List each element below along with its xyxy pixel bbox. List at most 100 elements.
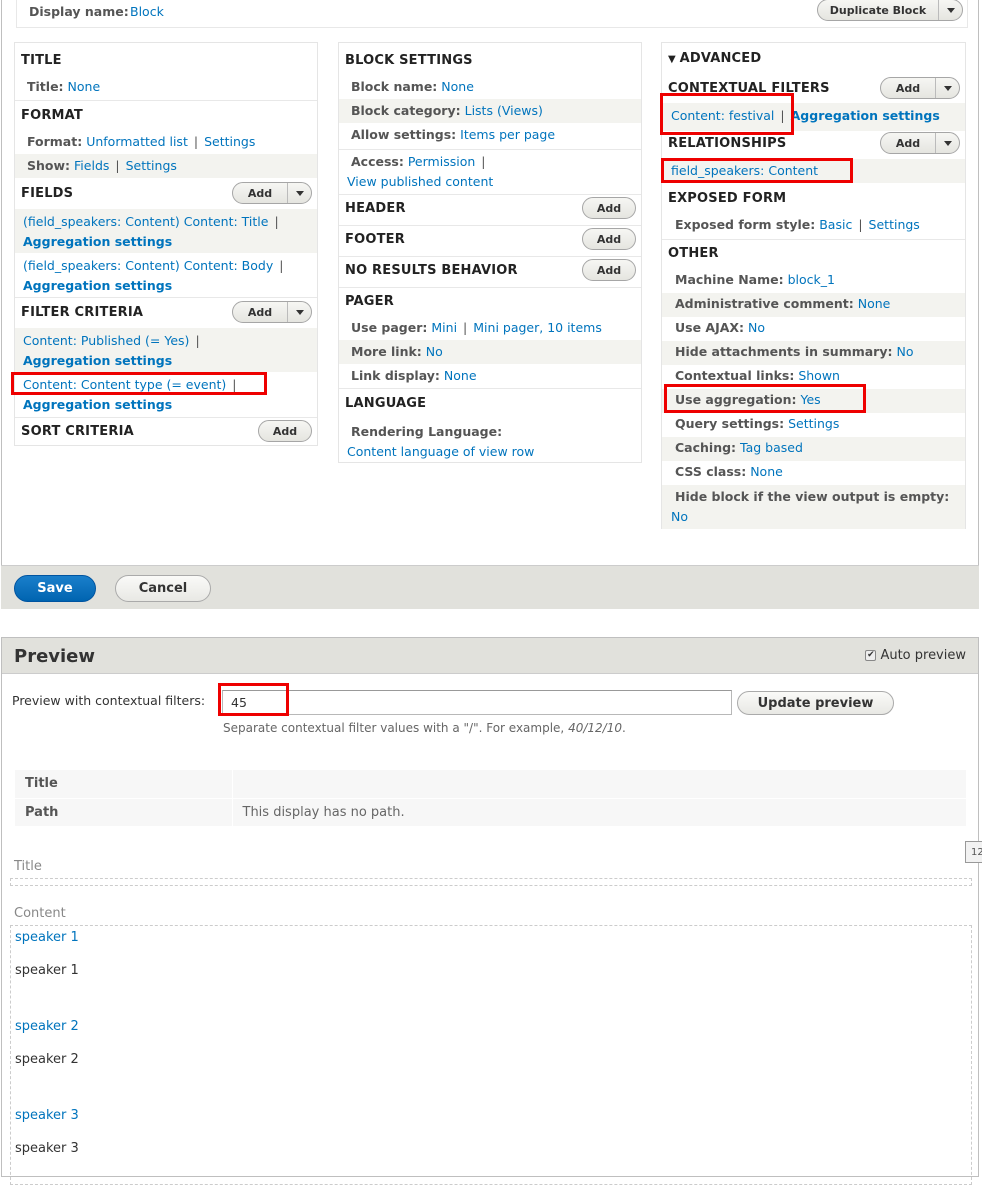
caching-link[interactable]: Tag based <box>740 440 803 455</box>
duplicate-block-button[interactable]: Duplicate Block <box>817 0 963 21</box>
add-contextual-dropdown[interactable] <box>935 78 959 98</box>
relationships-heading: RELATIONSHIPS <box>668 136 787 151</box>
contextual-filter-link[interactable]: Content: festival <box>671 108 774 123</box>
content-area-box <box>10 925 972 1185</box>
table-row: Title <box>15 770 966 799</box>
filter-item: Content: Published (= Yes) | Aggregation … <box>15 328 317 372</box>
cancel-button[interactable]: Cancel <box>115 575 211 602</box>
form-actions-bar: Save Cancel <box>1 565 979 609</box>
divider <box>339 225 641 226</box>
contextual-filters-input[interactable] <box>222 690 732 715</box>
format-row: Format: Unformatted list | Settings <box>27 134 256 149</box>
exposed-form-style-key: Exposed form style: <box>675 217 816 232</box>
column-advanced: ▼ ADVANCED CONTEXTUAL FILTERS Add Conten… <box>661 42 966 529</box>
add-filter-button[interactable]: Add <box>232 301 312 323</box>
hide-block-empty-link[interactable]: No <box>671 509 688 524</box>
result-title-link[interactable]: speaker 1 <box>15 930 79 945</box>
block-category-link[interactable]: Lists (Views) <box>465 103 543 118</box>
field-item-link[interactable]: (field_speakers: Content) Content: Title <box>23 214 268 229</box>
machine-name-link[interactable]: block_1 <box>788 272 835 287</box>
rendering-language-key: Rendering Language: <box>351 424 503 439</box>
help-text: Separate contextual filter values with a… <box>223 721 569 735</box>
relationship-link[interactable]: field_speakers: Content <box>671 163 818 178</box>
css-class-link[interactable]: None <box>750 464 783 479</box>
add-sort-button[interactable]: Add <box>258 420 312 442</box>
use-pager-row: Use pager: Mini | Mini pager, 10 items <box>351 320 602 335</box>
aggregation-settings-link[interactable]: Aggregation settings <box>791 108 940 123</box>
use-aggregation-key: Use aggregation: <box>675 392 797 407</box>
result-title-link[interactable]: speaker 2 <box>15 1019 79 1034</box>
show-settings-link[interactable]: Settings <box>126 158 177 173</box>
advanced-toggle[interactable]: ▼ ADVANCED <box>668 51 761 66</box>
filter-item: Content: Content type (= event) | Aggrega… <box>23 377 237 412</box>
use-pager-link[interactable]: Mini <box>431 320 457 335</box>
link-display-key: Link display: <box>351 368 440 383</box>
add-no-results-button[interactable]: Add <box>582 259 636 281</box>
rendering-language-link[interactable]: Content language of view row <box>347 444 534 459</box>
aggregation-settings-link[interactable]: Aggregation settings <box>23 278 172 293</box>
add-filter-dropdown[interactable] <box>287 302 311 322</box>
contextual-links-key: Contextual links: <box>675 368 795 383</box>
query-settings-link[interactable]: Settings <box>788 416 839 431</box>
use-ajax-key: Use AJAX: <box>675 320 745 335</box>
display-name-label: Display name: <box>29 4 129 19</box>
add-footer-button[interactable]: Add <box>582 228 636 250</box>
auto-preview-toggle[interactable]: ✔ Auto preview <box>865 648 966 663</box>
duplicate-dropdown-toggle[interactable] <box>938 0 962 20</box>
css-class-key: CSS class: <box>675 464 747 479</box>
access-detail-link[interactable]: View published content <box>347 174 493 189</box>
exposed-form-settings-link[interactable]: Settings <box>869 217 920 232</box>
add-header-button[interactable]: Add <box>582 197 636 219</box>
checkbox-checked-icon[interactable]: ✔ <box>865 650 877 661</box>
add-field-dropdown[interactable] <box>287 183 311 203</box>
show-value-link[interactable]: Fields <box>74 158 109 173</box>
more-link-value[interactable]: No <box>426 344 443 359</box>
side-tab[interactable]: 12 <box>965 841 982 863</box>
field-item-link[interactable]: (field_speakers: Content) Content: Body <box>23 258 273 273</box>
title-area-box <box>10 878 972 886</box>
use-aggregation-link[interactable]: Yes <box>801 392 821 407</box>
title-value-link[interactable]: None <box>68 79 101 94</box>
chevron-down-icon <box>943 85 952 91</box>
add-relationship-button[interactable]: Add <box>880 132 960 154</box>
display-name-link[interactable]: Block <box>130 4 164 19</box>
allow-settings-link[interactable]: Items per page <box>460 127 555 142</box>
aggregation-settings-link[interactable]: Aggregation settings <box>23 234 172 249</box>
preview-info-table: Title Path This display has no path. <box>15 770 966 827</box>
help-example: 40/12/10 <box>568 721 622 735</box>
filter-item-link[interactable]: Content: Published (= Yes) <box>23 333 189 348</box>
filter-item-link[interactable]: Content: Content type (= event) <box>23 377 226 392</box>
title-section-heading: TITLE <box>21 53 62 68</box>
admin-comment-key: Administrative comment: <box>675 296 854 311</box>
save-button[interactable]: Save <box>14 575 96 602</box>
hide-block-empty-key: Hide block if the view output is empty: <box>675 489 950 504</box>
other-row: Use aggregation: Yes <box>662 389 965 413</box>
add-contextual-filter-button[interactable]: Add <box>880 77 960 99</box>
other-row: Machine Name: block_1 <box>662 269 965 293</box>
block-name-key: Block name: <box>351 79 438 94</box>
exposed-form-style-link[interactable]: Basic <box>819 217 852 232</box>
block-name-link[interactable]: None <box>441 79 474 94</box>
rendering-language-row: Rendering Language: Content language of … <box>339 419 641 463</box>
pager-detail-link[interactable]: Mini pager, 10 items <box>473 320 602 335</box>
format-settings-link[interactable]: Settings <box>204 134 255 149</box>
update-preview-button[interactable]: Update preview <box>737 691 894 715</box>
link-display-value[interactable]: None <box>444 368 477 383</box>
format-value-link[interactable]: Unformatted list <box>86 134 188 149</box>
contextual-links-link[interactable]: Shown <box>798 368 840 383</box>
result-title-link[interactable]: speaker 3 <box>15 1108 79 1123</box>
aggregation-settings-link[interactable]: Aggregation settings <box>23 353 172 368</box>
content-area-label: Content <box>14 906 66 921</box>
add-field-button[interactable]: Add <box>232 182 312 204</box>
aggregation-settings-link[interactable]: Aggregation settings <box>23 397 172 412</box>
info-value: This display has no path. <box>232 798 966 827</box>
use-ajax-link[interactable]: No <box>748 320 765 335</box>
admin-comment-link[interactable]: None <box>858 296 891 311</box>
divider <box>339 194 641 195</box>
show-key: Show: <box>27 158 71 173</box>
other-row: Use AJAX: No <box>662 317 965 341</box>
info-key: Path <box>15 798 233 827</box>
access-link[interactable]: Permission <box>408 154 475 169</box>
add-relationship-dropdown[interactable] <box>935 133 959 153</box>
hide-attachments-link[interactable]: No <box>896 344 913 359</box>
